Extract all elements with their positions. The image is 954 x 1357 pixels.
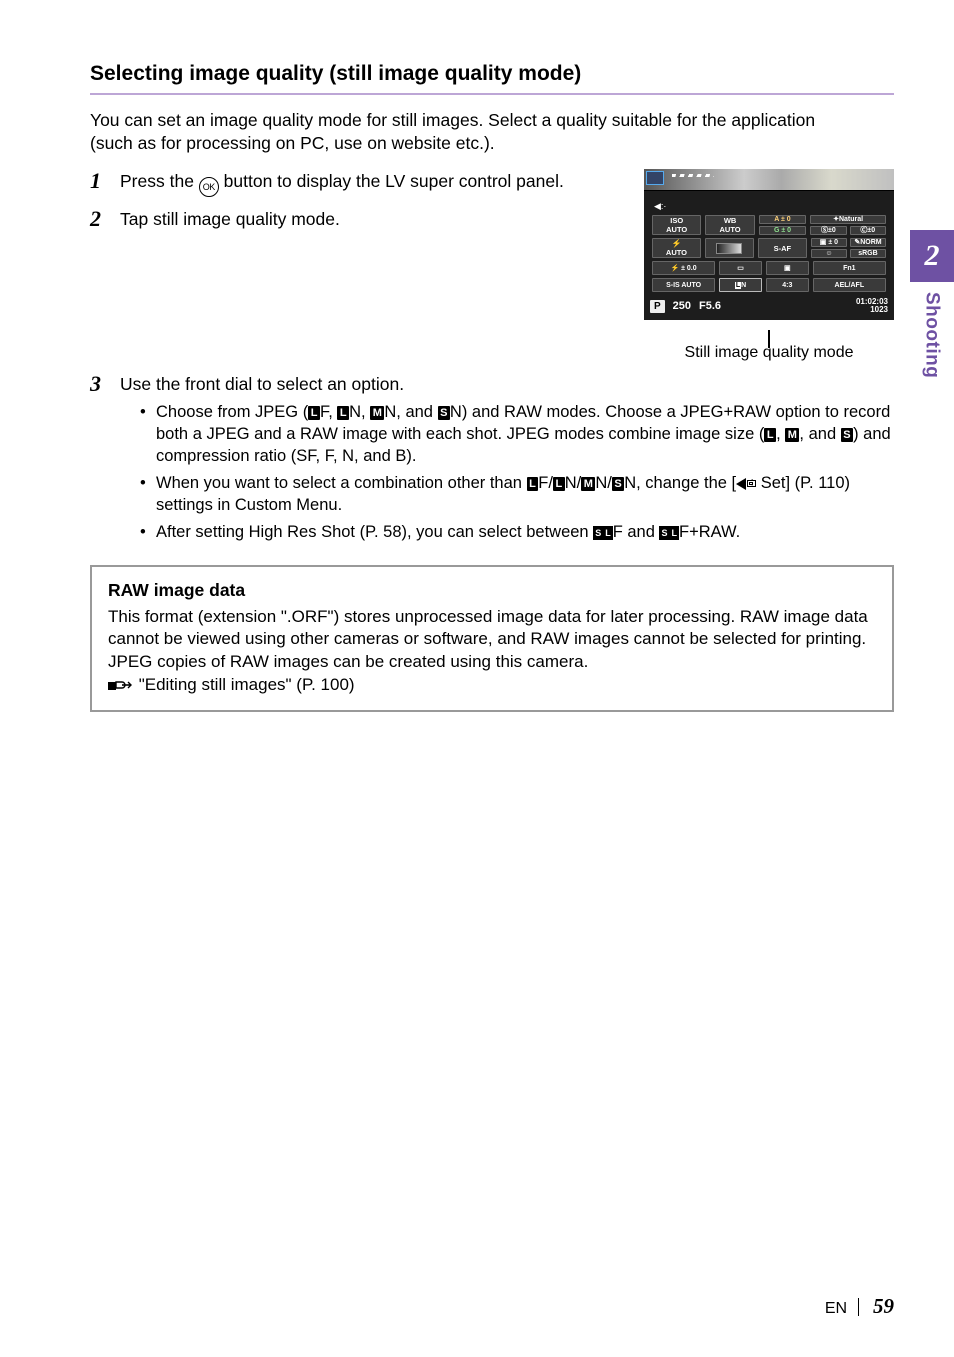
size-l-icon: L xyxy=(308,406,320,420)
footer-page-number: 59 xyxy=(873,1294,894,1318)
infobox-title: RAW image data xyxy=(108,579,876,602)
step-3: 3 Use the front dial to select an option… xyxy=(90,372,894,549)
lcd-ln: LN xyxy=(719,278,762,292)
bullet-2: When you want to select a combination ot… xyxy=(140,473,894,517)
lcd-flash-auto: ⚡AUTO xyxy=(652,238,701,258)
page-footer: EN 59 xyxy=(825,1293,894,1321)
record-quality-icon: ◀:· xyxy=(652,199,886,215)
high-res-icon: SL xyxy=(659,526,679,540)
ok-button-icon: OK xyxy=(199,177,219,197)
size-m-icon: M xyxy=(581,477,595,491)
heading-text: Selecting image quality (still image qua… xyxy=(90,60,894,90)
chapter-label: Shooting xyxy=(919,292,944,378)
size-l-icon: L xyxy=(764,428,776,442)
lcd-stripes-icon xyxy=(672,174,714,177)
lcd-caption: Still image quality mode xyxy=(685,344,854,361)
step-body: Press the OK button to display the LV su… xyxy=(120,169,634,197)
size-s-icon: S xyxy=(841,428,853,442)
bullet-3: After setting High Res Shot (P. 58), you… xyxy=(140,522,894,544)
lcd-a0: A ± 0 xyxy=(759,215,806,224)
lcd-aperture: F5.6 xyxy=(699,299,721,314)
section-heading: Selecting image quality (still image qua… xyxy=(90,60,894,95)
intro-paragraph: You can set an image quality mode for st… xyxy=(90,109,850,156)
size-l-icon: L xyxy=(553,477,565,491)
side-tab: 2 Shooting xyxy=(910,230,954,378)
lcd-g0: G ± 0 xyxy=(759,226,806,235)
raw-info-box: RAW image data This format (extension ".… xyxy=(90,565,894,713)
steps-column: 1 Press the OK button to display the LV … xyxy=(90,169,634,241)
lcd-aspect: 4:3 xyxy=(766,278,809,292)
bullet-1: Choose from JPEG (LF, LN, MN, and SN) an… xyxy=(140,402,894,468)
size-s-icon: S xyxy=(612,477,624,491)
heading-rule xyxy=(90,93,894,95)
lcd-ael: AEL/AFL xyxy=(813,278,886,292)
lcd-norm: ✎NORM xyxy=(850,238,886,247)
lcd-face: ☺ xyxy=(811,249,847,258)
lcd-flash-ev: ⚡ ± 0.0 xyxy=(652,261,715,275)
step1-text-a: Press the xyxy=(120,171,199,191)
lcd-mode-p: P xyxy=(650,300,665,313)
footer-lang: EN xyxy=(825,1300,847,1317)
lcd-sis: S-IS AUTO xyxy=(652,278,715,292)
lcd-fn1: Fn1 xyxy=(813,261,886,275)
step3-text: Use the front dial to select an option. xyxy=(120,373,894,396)
step-1: 1 Press the OK button to display the LV … xyxy=(90,169,634,197)
size-m-icon: M xyxy=(370,406,384,420)
pointing-hand-icon xyxy=(108,677,134,693)
high-res-icon: SL xyxy=(593,526,613,540)
size-l-icon: L xyxy=(337,406,349,420)
chapter-number-badge: 2 xyxy=(910,230,954,282)
step-number: 3 xyxy=(90,372,120,549)
size-l-icon: L xyxy=(527,477,539,491)
lcd-s0: Ⓢ±0 xyxy=(810,226,846,235)
camera-lcd-screenshot: ◀:· ISOAUTO WBAUTO A ± 0 G ± 0 ✦ Natural… xyxy=(644,169,894,320)
lcd-shutter: 250 xyxy=(673,299,691,314)
size-m-icon: M xyxy=(785,428,799,442)
record-mode-icon xyxy=(736,478,746,490)
step-body: Tap still image quality mode. xyxy=(120,207,634,231)
infobox-ref: "Editing still images" (P. 100) xyxy=(134,675,355,694)
lcd-saf: S-AF xyxy=(758,238,807,258)
lcd-srgb: sRGB xyxy=(850,249,886,258)
step1-text-b: button to display the LV super control p… xyxy=(219,171,564,191)
lcd-photo-strip xyxy=(644,169,894,191)
lcd-wb: WBAUTO xyxy=(705,215,754,235)
lcd-panel-column: ◀:· ISOAUTO WBAUTO A ± 0 G ± 0 ✦ Natural… xyxy=(634,169,894,363)
lcd-rect: ▭ xyxy=(719,261,762,275)
step-number: 1 xyxy=(90,169,120,197)
infobox-body: This format (extension ".ORF") stores un… xyxy=(108,607,868,671)
lcd-corner-icon xyxy=(646,171,664,185)
step-number: 2 xyxy=(90,207,120,231)
record-mode-icon xyxy=(747,480,756,487)
size-s-icon: S xyxy=(438,406,450,420)
lcd-natural: ✦ Natural xyxy=(810,215,886,224)
step-2: 2 Tap still image quality mode. xyxy=(90,207,634,231)
lcd-af-area: ▣ xyxy=(766,261,809,275)
lcd-rgb0: ▣ ± 0 xyxy=(811,238,847,247)
lcd-iso: ISOAUTO xyxy=(652,215,701,235)
lcd-c0: Ⓒ±0 xyxy=(850,226,886,235)
lcd-shots-left: 1023 xyxy=(870,306,888,314)
lcd-gradient xyxy=(705,238,754,258)
